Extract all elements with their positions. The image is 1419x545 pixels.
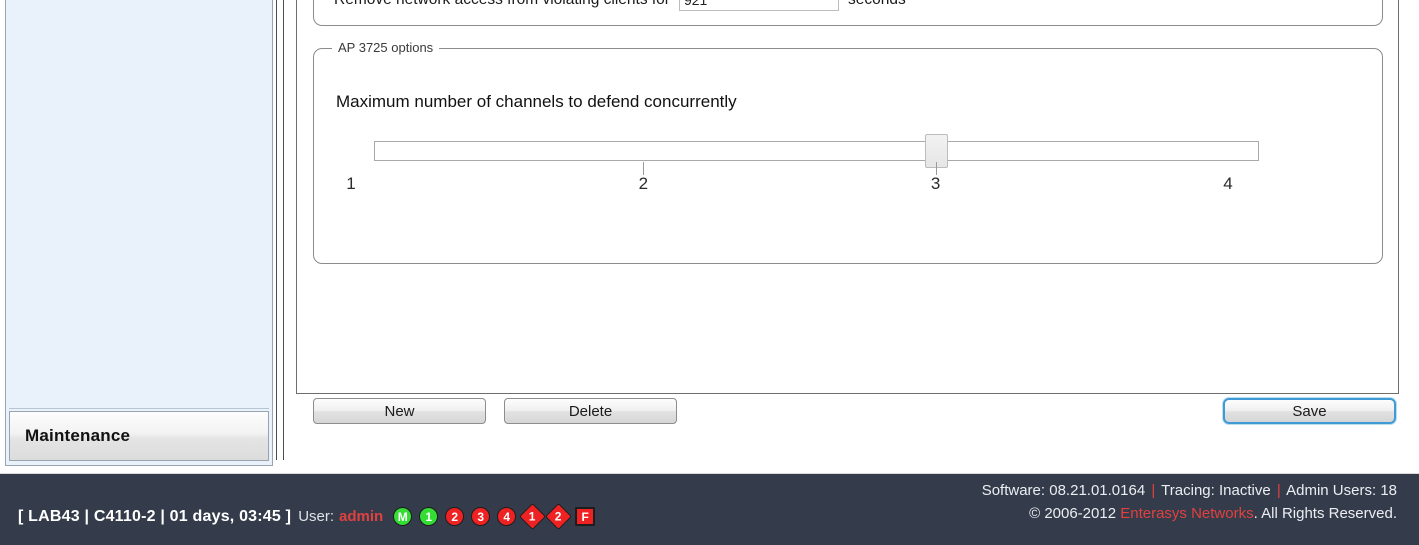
status-icon-alarm-2[interactable]: 2 (545, 503, 573, 530)
status-separator-2: | (1276, 482, 1281, 499)
status-icon-glyph: 2 (451, 509, 459, 524)
copyright-brand: Enterasys Networks (1120, 505, 1254, 522)
slider-label-4: 4 (1223, 174, 1233, 193)
software-version: 08.21.01.0164 (1049, 482, 1146, 499)
status-icon-alarm-1[interactable]: 1 (519, 503, 547, 530)
sidebar-divider (9, 408, 269, 409)
violating-clients-row: Remove network access from violating cli… (334, 0, 906, 11)
status-icon-manager[interactable]: M (393, 507, 413, 526)
status-icon-glyph: 1 (425, 509, 433, 524)
status-icon-glyph: 3 (477, 509, 485, 524)
ap-options-legend: AP 3725 options (332, 40, 440, 55)
user-label: User: (298, 508, 335, 525)
status-icon-failure[interactable]: F (575, 507, 596, 526)
copyright-prefix: © 2006-2012 (1029, 505, 1117, 522)
status-icon-level-4[interactable]: 4 (497, 507, 517, 526)
max-channels-slider[interactable]: 1 2 3 4 (336, 134, 1366, 194)
violating-clients-label: Remove network access from violating cli… (334, 0, 670, 9)
status-icon-level-1[interactable]: 1 (419, 507, 439, 526)
slider-label-1: 1 (346, 174, 356, 193)
slider-track[interactable] (374, 141, 1259, 161)
status-icon-level-3[interactable]: 3 (471, 507, 491, 526)
status-icon-glyph: M (397, 509, 408, 524)
action-button-bar: New Delete Save (296, 398, 1399, 428)
status-separator-1: | (1151, 482, 1156, 499)
tracing-value: Inactive (1218, 482, 1271, 499)
device-info-text: [ LAB43 | C4110-2 | 01 days, 03:45 ] (18, 507, 292, 525)
application-window: Maintenance Remove network access from v… (0, 0, 1419, 545)
sidebar-scrollbar-divider[interactable] (276, 0, 284, 460)
new-button[interactable]: New (313, 398, 486, 424)
delete-button[interactable]: Delete (504, 398, 677, 424)
status-icon-glyph: 1 (529, 509, 537, 524)
slider-label-2: 2 (638, 174, 649, 193)
violating-clients-unit: seconds (848, 0, 906, 9)
slider-label-3: 3 (930, 174, 941, 193)
admin-users-value: 18 (1380, 482, 1397, 499)
user-name: admin (339, 508, 384, 525)
software-label: Software: (981, 482, 1046, 499)
status-icon-group: M 1 2 3 4 1 2 F (393, 503, 596, 530)
status-icon-level-2[interactable]: 2 (445, 507, 465, 526)
violating-clients-fieldset: Remove network access from violating cli… (313, 0, 1383, 26)
status-footer-bar: [ LAB43 | C4110-2 | 01 days, 03:45 ] Use… (0, 473, 1419, 545)
status-icon-glyph: 4 (503, 509, 511, 524)
save-button[interactable]: Save (1223, 398, 1396, 424)
navigation-sidebar: Maintenance (5, 0, 273, 466)
copyright-line: © 2006-2012 Enterasys Networks. All Righ… (982, 505, 1397, 522)
admin-users-label: Admin Users: (1286, 482, 1377, 499)
software-status-line: Software: 08.21.01.0164 | Tracing: Inact… (982, 482, 1397, 499)
status-icon-glyph: 2 (555, 509, 563, 524)
status-icon-glyph: F (581, 509, 589, 524)
tracing-label: Tracing: (1161, 482, 1215, 499)
sidebar-item-maintenance[interactable]: Maintenance (9, 411, 269, 461)
max-channels-label: Maximum number of channels to defend con… (336, 92, 737, 111)
copyright-suffix: . All Rights Reserved. (1253, 505, 1397, 522)
footer-left-group: [ LAB43 | C4110-2 | 01 days, 03:45 ] Use… (18, 503, 596, 530)
violating-timeout-input[interactable] (678, 0, 839, 11)
ap-options-fieldset: AP 3725 options Maximum number of channe… (313, 40, 1383, 264)
footer-right-group: Software: 08.21.01.0164 | Tracing: Inact… (982, 482, 1397, 522)
sidebar-empty-area (6, 0, 272, 405)
main-content-panel: Remove network access from violating cli… (296, 0, 1399, 394)
sidebar-item-label: Maintenance (25, 426, 131, 445)
